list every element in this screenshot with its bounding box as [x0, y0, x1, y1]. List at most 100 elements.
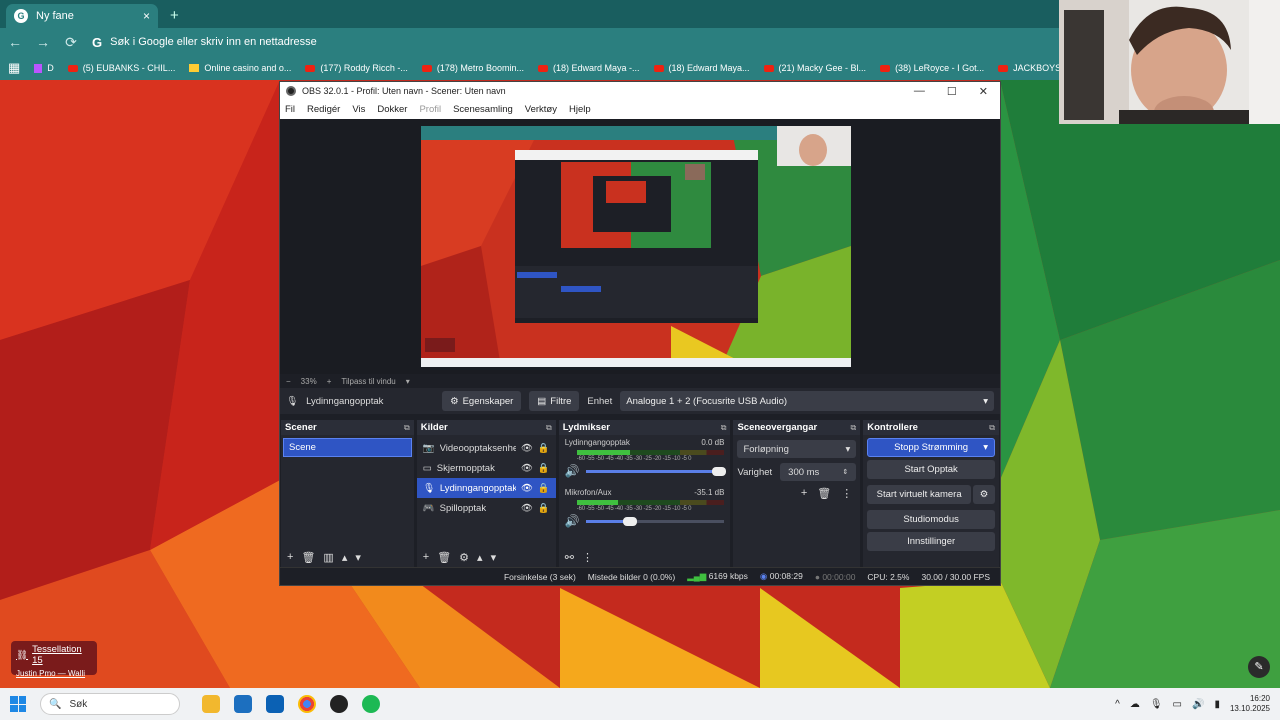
- bookmark-item[interactable]: D: [34, 63, 54, 73]
- add-icon[interactable]: +: [423, 551, 429, 563]
- bookmark-item[interactable]: (21) Macky Gee - Bl...: [763, 63, 866, 73]
- fit-to-window-button[interactable]: Tilpass til vindu: [341, 377, 395, 386]
- move-up-icon[interactable]: ▴: [477, 551, 483, 564]
- bookmark-item[interactable]: Online casino and o...: [189, 63, 291, 73]
- bookmark-item[interactable]: (38) LeRoyce - I Got...: [880, 63, 984, 73]
- menu-verktoy[interactable]: Verktøy: [525, 104, 557, 115]
- add-icon[interactable]: +: [287, 551, 293, 563]
- bookmark-item[interactable]: (178) Metro Boomin...: [421, 63, 524, 73]
- battery-icon[interactable]: ▮: [1214, 699, 1220, 710]
- transition-select[interactable]: Forløpning ▾: [737, 440, 857, 458]
- forward-icon[interactable]: →: [36, 34, 50, 50]
- menu-dokker[interactable]: Dokker: [377, 104, 407, 115]
- source-row[interactable]: 🎮 Spillopptak 👁 🔒: [417, 498, 556, 518]
- move-down-icon[interactable]: ▾: [491, 551, 497, 564]
- file-explorer-icon[interactable]: [202, 695, 220, 713]
- volume-slider[interactable]: [585, 466, 726, 476]
- mic-icon[interactable]: 🎙: [1150, 699, 1163, 710]
- preview-area[interactable]: [280, 119, 1000, 374]
- duration-input[interactable]: 300 ms ⇕: [780, 463, 857, 481]
- filter-icon[interactable]: ▥: [323, 551, 333, 564]
- apps-grid-icon[interactable]: ▦: [8, 60, 20, 76]
- lock-icon[interactable]: 🔒: [538, 463, 550, 474]
- filters-button[interactable]: ▤ Filtre: [529, 391, 580, 411]
- lock-icon[interactable]: 🔒: [538, 483, 550, 494]
- bookmark-item[interactable]: (18) Edward Maya -...: [537, 63, 640, 73]
- bookmark-item[interactable]: (177) Roddy Ricch -...: [305, 63, 408, 73]
- lock-icon[interactable]: 🔒: [538, 503, 550, 514]
- gear-icon[interactable]: ⚙: [459, 551, 469, 564]
- link-icon[interactable]: ⚯: [565, 551, 574, 564]
- popout-icon[interactable]: ⧉: [404, 423, 410, 433]
- popout-icon[interactable]: ⧉: [546, 423, 552, 433]
- start-recording-button[interactable]: Start Opptak: [867, 460, 996, 479]
- eye-icon[interactable]: 👁: [521, 503, 533, 514]
- stop-streaming-button[interactable]: Stopp Strømming ▾: [867, 438, 996, 457]
- address-bar[interactable]: G Søk i Google eller skriv inn en nettad…: [92, 30, 1052, 54]
- volume-slider[interactable]: [585, 516, 725, 526]
- move-up-icon[interactable]: ▴: [342, 551, 348, 564]
- outlook-icon[interactable]: [266, 695, 284, 713]
- clock[interactable]: 16:20 13.10.2025: [1230, 694, 1270, 714]
- popout-icon[interactable]: ⧉: [721, 423, 727, 433]
- scene-item[interactable]: Scene: [283, 438, 412, 457]
- lock-icon[interactable]: 🔒: [538, 443, 550, 454]
- network-icon[interactable]: ▭: [1173, 699, 1182, 710]
- menu-scenesamling[interactable]: Scenesamling: [453, 104, 513, 115]
- gear-icon[interactable]: ⚙: [973, 485, 996, 504]
- studio-mode-button[interactable]: Studiomodus: [867, 510, 996, 529]
- menu-hjelp[interactable]: Hjelp: [569, 104, 591, 115]
- tab-close-icon[interactable]: ×: [143, 9, 150, 23]
- menu-vis[interactable]: Vis: [352, 104, 365, 115]
- volume-icon[interactable]: 🔊: [1192, 699, 1204, 710]
- trash-icon[interactable]: 🗑: [817, 487, 831, 500]
- bookmark-item[interactable]: (5) EUBANKS - CHIL...: [67, 63, 175, 73]
- popout-icon[interactable]: ⧉: [851, 423, 857, 433]
- spotify-icon[interactable]: [362, 695, 380, 713]
- trash-icon[interactable]: 🗑: [301, 551, 315, 564]
- popout-icon[interactable]: ⧉: [989, 423, 995, 433]
- chrome-icon[interactable]: [298, 695, 316, 713]
- source-row[interactable]: 📷 Videoopptaksenhet 👁 🔒: [417, 438, 556, 458]
- source-row[interactable]: ▭ Skjermopptak 👁 🔒: [417, 458, 556, 478]
- taskbar-search[interactable]: 🔍 Søk: [40, 693, 180, 715]
- pen-icon[interactable]: ✎: [1248, 656, 1270, 678]
- browser-tab[interactable]: G Ny fane ×: [6, 4, 158, 28]
- back-icon[interactable]: ←: [8, 34, 22, 50]
- more-icon[interactable]: ⋮: [582, 551, 593, 564]
- menu-fil[interactable]: Fil: [285, 104, 295, 115]
- add-icon[interactable]: +: [801, 487, 807, 500]
- menu-profil[interactable]: Profil: [419, 104, 441, 115]
- maximize-button[interactable]: ☐: [947, 85, 957, 98]
- spinner-icon[interactable]: ⇕: [842, 468, 848, 476]
- trash-icon[interactable]: 🗑: [437, 551, 451, 564]
- store-icon[interactable]: [234, 695, 252, 713]
- settings-button[interactable]: Innstillinger: [867, 532, 996, 551]
- eye-icon[interactable]: 👁: [521, 463, 533, 474]
- obs-icon[interactable]: [330, 695, 348, 713]
- chevron-up-icon[interactable]: ^: [1115, 699, 1120, 710]
- chevron-down-icon[interactable]: ▾: [983, 442, 988, 453]
- speaker-icon[interactable]: 🔊: [565, 514, 580, 528]
- wallpaper-notification[interactable]: ⛓ Tessellation 15 Justin Pmo — Walli: [11, 641, 97, 678]
- windows-start-icon[interactable]: [10, 696, 26, 712]
- device-select[interactable]: Analogue 1 + 2 (Focusrite USB Audio) ▾: [620, 391, 994, 411]
- eye-icon[interactable]: 👁: [521, 443, 533, 454]
- close-button[interactable]: ✕: [979, 85, 988, 98]
- zoom-in-button[interactable]: +: [327, 377, 332, 386]
- source-row-selected[interactable]: 🎙 Lydinngangopptak 👁 🔒: [416, 478, 556, 498]
- cloud-icon[interactable]: ☁: [1130, 699, 1140, 710]
- move-down-icon[interactable]: ▾: [355, 551, 361, 564]
- preview-canvas[interactable]: [421, 126, 851, 367]
- menu-rediger[interactable]: Redigér: [307, 104, 340, 115]
- more-icon[interactable]: ⋮: [841, 487, 852, 500]
- speaker-icon[interactable]: 🔊: [565, 464, 580, 478]
- zoom-out-button[interactable]: −: [286, 377, 291, 386]
- zoom-dropdown-icon[interactable]: ▾: [406, 377, 410, 386]
- reload-icon[interactable]: ⟳: [64, 34, 78, 51]
- eye-icon[interactable]: 👁: [521, 483, 533, 494]
- bookmark-item[interactable]: (18) Edward Maya...: [653, 63, 750, 73]
- properties-button[interactable]: ⚙ Egenskaper: [442, 391, 522, 411]
- start-virtual-camera-button[interactable]: Start virtuelt kamera: [867, 485, 972, 504]
- new-tab-button[interactable]: +: [170, 4, 179, 28]
